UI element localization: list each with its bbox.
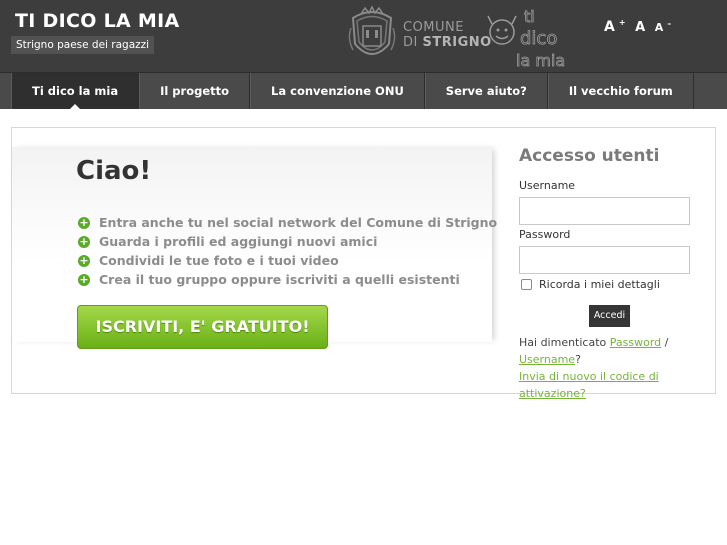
tidico-logo[interactable]: ti dico la mia: [486, 4, 582, 70]
font-decrease-button[interactable]: A –: [655, 19, 672, 34]
comune-line2-name: STRIGNO: [422, 35, 492, 50]
remember-checkbox[interactable]: [521, 279, 532, 290]
plus-circle-icon: +: [78, 272, 90, 286]
list-item: + Condividi le tue foto e i tuoi video: [78, 253, 339, 268]
font-normal-button[interactable]: A: [635, 20, 645, 35]
resend-activation-link[interactable]: Invia di nuovo il codice di attivazione?: [519, 370, 659, 400]
nav-item-serve-aiuto[interactable]: Serve aiuto?: [424, 73, 548, 109]
list-item: + Crea il tuo gruppo oppure iscriviti a q…: [78, 272, 460, 287]
nav-item-vecchio-forum[interactable]: Il vecchio forum: [547, 73, 694, 109]
nav-item-convenzione-onu[interactable]: La convenzione ONU: [250, 73, 425, 109]
password-label: Password: [519, 228, 571, 241]
username-input[interactable]: [519, 197, 690, 225]
login-title: Accesso utenti: [519, 146, 660, 166]
site-header: TI DICO LA MIA Strigno paese dei ragazzi…: [0, 0, 727, 72]
tidico-logo-line1: ti: [524, 7, 535, 26]
remember-me: Ricorda i miei dettagli: [521, 278, 660, 291]
tidico-logo-line2: dico: [520, 28, 557, 49]
forgot-credentials: Hai dimenticato Password / Username?: [519, 336, 669, 366]
feature-list: + Entra anche tu nel social network del C…: [78, 213, 497, 289]
main-nav: Ti dico la mia Il progetto La convenzion…: [0, 72, 727, 109]
site-title[interactable]: TI DICO LA MIA: [15, 10, 180, 32]
plus-circle-icon: +: [78, 253, 90, 267]
resend-activation: Invia di nuovo il codice di attivazione?: [519, 368, 699, 402]
forgot-password-link[interactable]: Password: [610, 336, 661, 349]
font-size-tools: A + A A –: [604, 16, 675, 35]
plus-circle-icon: +: [78, 215, 90, 229]
comune-crest-icon[interactable]: [345, 4, 399, 66]
plus-circle-icon: +: [78, 234, 90, 248]
nav-item-il-progetto[interactable]: Il progetto: [139, 73, 251, 109]
comune-line1: COMUNE: [403, 20, 464, 35]
list-item: + Entra anche tu nel social network del C…: [78, 215, 498, 230]
list-item: + Guarda i profili ed aggiungi nuovi amic…: [78, 234, 378, 249]
site-tagline: Strigno paese dei ragazzi: [11, 36, 155, 54]
tidico-logo-line3: la mia: [516, 51, 565, 70]
welcome-heading: Ciao!: [76, 156, 152, 186]
password-input[interactable]: [519, 246, 690, 274]
font-increase-button[interactable]: A +: [604, 18, 626, 35]
username-label: Username: [519, 179, 576, 192]
login-submit-button[interactable]: Accedi: [589, 305, 630, 327]
forgot-username-link[interactable]: Username: [519, 353, 575, 366]
remember-label: Ricorda i miei dettagli: [539, 278, 660, 291]
signup-button[interactable]: ISCRIVITI, E' GRATUITO!: [77, 305, 328, 349]
comune-line2-prefix: DI: [403, 35, 418, 50]
comune-logo-text[interactable]: COMUNE DI STRIGNO: [403, 20, 492, 50]
nav-item-ti-dico-la-mia[interactable]: Ti dico la mia: [11, 73, 140, 109]
